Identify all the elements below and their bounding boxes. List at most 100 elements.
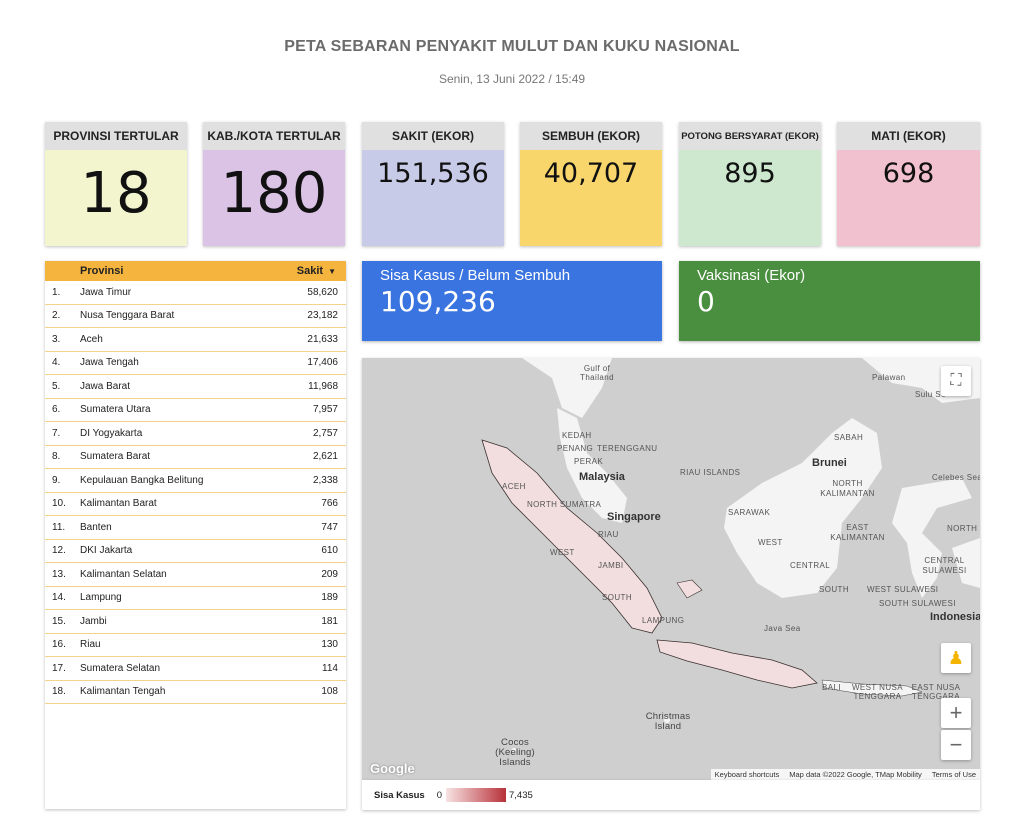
table-row[interactable]: 3. Aceh 21,633 — [45, 328, 346, 352]
row-province: Nusa Tenggara Barat — [80, 310, 175, 322]
row-number: 10. — [52, 498, 66, 510]
map-label-christmas: Christmas Island — [645, 711, 691, 732]
table-row[interactable]: 15. Jambi 181 — [45, 610, 346, 634]
column-header-provinsi[interactable]: Provinsi — [80, 265, 297, 277]
column-header-sakit[interactable]: Sakit ▼ — [297, 265, 336, 277]
row-number: 6. — [52, 404, 61, 416]
table-row[interactable]: 4. Jawa Tengah 17,406 — [45, 352, 346, 375]
row-number: 3. — [52, 333, 61, 345]
table-row[interactable]: 11. Banten 747 — [45, 516, 346, 540]
table-row[interactable]: 9. Kepulauan Bangka Belitung 2,338 — [45, 469, 346, 493]
table-header: Provinsi Sakit ▼ — [45, 261, 346, 281]
row-value: 209 — [321, 568, 338, 580]
map-label-malaysia: Malaysia — [579, 471, 625, 483]
map-label-indonesia: Indonesia — [930, 611, 980, 623]
row-number: 17. — [52, 662, 66, 674]
map-label-south: SOUTH — [602, 593, 632, 602]
row-value: 610 — [321, 545, 338, 557]
table-row[interactable]: 12. DKI Jakarta 610 — [45, 540, 346, 563]
sisa-kasus-value: 109,236 — [380, 285, 496, 318]
fullscreen-icon[interactable]: ⛶ — [941, 366, 971, 396]
row-number: 12. — [52, 545, 66, 557]
map-label-singapore: Singapore — [607, 511, 661, 523]
row-number: 7. — [52, 427, 61, 439]
table-row[interactable]: 10. Kalimantan Barat 766 — [45, 493, 346, 516]
row-province: Lampung — [80, 592, 122, 604]
vaksinasi-label: Vaksinasi (Ekor) — [697, 267, 806, 284]
row-number: 1. — [52, 286, 61, 298]
table-row[interactable]: 18. Kalimantan Tengah 108 — [45, 681, 346, 704]
row-number: 9. — [52, 474, 61, 486]
card-sakit-label: SAKIT (EKOR) — [362, 122, 504, 150]
row-value: 2,757 — [312, 427, 338, 439]
table-row[interactable]: 14. Lampung 189 — [45, 587, 346, 610]
card-provinsi-label: PROVINSI TERTULAR — [45, 122, 187, 150]
table-row[interactable]: 8. Sumatera Barat 2,621 — [45, 446, 346, 469]
row-number: 16. — [52, 639, 66, 651]
map-label-sabah: SABAH — [834, 433, 864, 442]
row-value: 17,406 — [307, 357, 338, 369]
card-provinsi: PROVINSI TERTULAR 18 — [45, 122, 187, 246]
table-row[interactable]: 17. Sumatera Selatan 114 — [45, 657, 346, 681]
map-label-java-sea: Java Sea — [764, 624, 801, 633]
legend-gradient — [446, 788, 506, 802]
row-number: 2. — [52, 310, 61, 322]
row-province: DKI Jakarta — [80, 545, 133, 557]
table-row[interactable]: 5. Jawa Barat 11,968 — [45, 375, 346, 399]
vaksinasi-card: Vaksinasi (Ekor) 0 — [679, 261, 980, 341]
table-row[interactable]: 2. Nusa Tenggara Barat 23,182 — [45, 305, 346, 328]
row-province: Jambi — [80, 615, 107, 627]
map-label-south-sulawesi: SOUTH SULAWESI — [879, 599, 956, 608]
row-value: 108 — [321, 686, 338, 698]
map-label-riau: RIAU — [598, 530, 619, 539]
map-label-riau-islands: RIAU ISLANDS — [680, 468, 741, 477]
row-number: 18. — [52, 686, 66, 698]
vaksinasi-value: 0 — [697, 285, 715, 318]
pegman-icon[interactable]: ♟ — [941, 643, 971, 673]
zoom-out-button[interactable]: − — [941, 730, 971, 760]
card-provinsi-value: 18 — [45, 150, 187, 246]
table-row[interactable]: 7. DI Yogyakarta 2,757 — [45, 422, 346, 446]
map-label-gulf: Gulf of Thailand — [580, 364, 614, 382]
row-value: 23,182 — [307, 310, 338, 322]
table-row[interactable]: 13. Kalimantan Selatan 209 — [45, 563, 346, 587]
sisa-kasus-card: Sisa Kasus / Belum Sembuh 109,236 — [362, 261, 662, 341]
triangle-down-icon: ▼ — [328, 266, 336, 276]
table-row[interactable]: 6. Sumatera Utara 7,957 — [45, 399, 346, 422]
card-kabkota-value: 180 — [203, 150, 345, 246]
row-value: 130 — [321, 639, 338, 651]
row-number: 13. — [52, 568, 66, 580]
row-value: 181 — [321, 615, 338, 627]
land-sulawesi — [892, 478, 972, 598]
row-value: 7,957 — [312, 404, 338, 416]
row-value: 747 — [321, 521, 338, 533]
page-date: Senin, 13 Juni 2022 / 15:49 — [438, 72, 586, 86]
keyboard-shortcuts-link[interactable]: Keyboard shortcuts — [715, 770, 780, 779]
map-label-west-nusa: WEST NUSA TENGGARA — [851, 683, 903, 701]
map-view[interactable]: Gulf of Thailand Palawan Sulu Se KEDAH T… — [362, 358, 980, 780]
table-row[interactable]: 1. Jawa Timur 58,620 — [45, 281, 346, 305]
table-body: 1. Jawa Timur 58,620 2. Nusa Tenggara Barat 2… — [45, 281, 346, 704]
map-label-south-kal: SOUTH — [819, 585, 849, 594]
row-number: 11. — [52, 521, 66, 533]
zoom-in-button[interactable]: + — [941, 698, 971, 728]
legend-min: 0 — [436, 789, 442, 801]
card-sembuh-label: SEMBUH (EKOR) — [520, 122, 662, 150]
card-sembuh-value: 40,707 — [520, 150, 662, 246]
page-title: PETA SEBARAN PENYAKIT MULUT DAN KUKU NAS… — [284, 38, 740, 55]
row-value: 189 — [321, 592, 338, 604]
map-label-central-sulawesi: CENTRAL SULAWESI — [922, 556, 967, 575]
row-number: 14. — [52, 592, 66, 604]
map-label-west-sulawesi: WEST SULAWESI — [867, 585, 939, 594]
land-bangka — [676, 579, 703, 599]
province-table: Provinsi Sakit ▼ 1. Jawa Timur 58,620 2. Nus… — [45, 261, 346, 809]
map-label-north-sumatra: NORTH SUMATRA — [527, 500, 602, 509]
map-label-west-kal: WEST — [758, 538, 783, 547]
terms-link[interactable]: Terms of Use — [932, 770, 976, 779]
row-number: 5. — [52, 380, 61, 392]
row-province: Jawa Barat — [80, 380, 131, 392]
table-row[interactable]: 16. Riau 130 — [45, 634, 346, 657]
row-value: 2,621 — [312, 451, 338, 463]
map-label-aceh: ACEH — [502, 482, 526, 491]
row-value: 11,968 — [308, 380, 338, 392]
